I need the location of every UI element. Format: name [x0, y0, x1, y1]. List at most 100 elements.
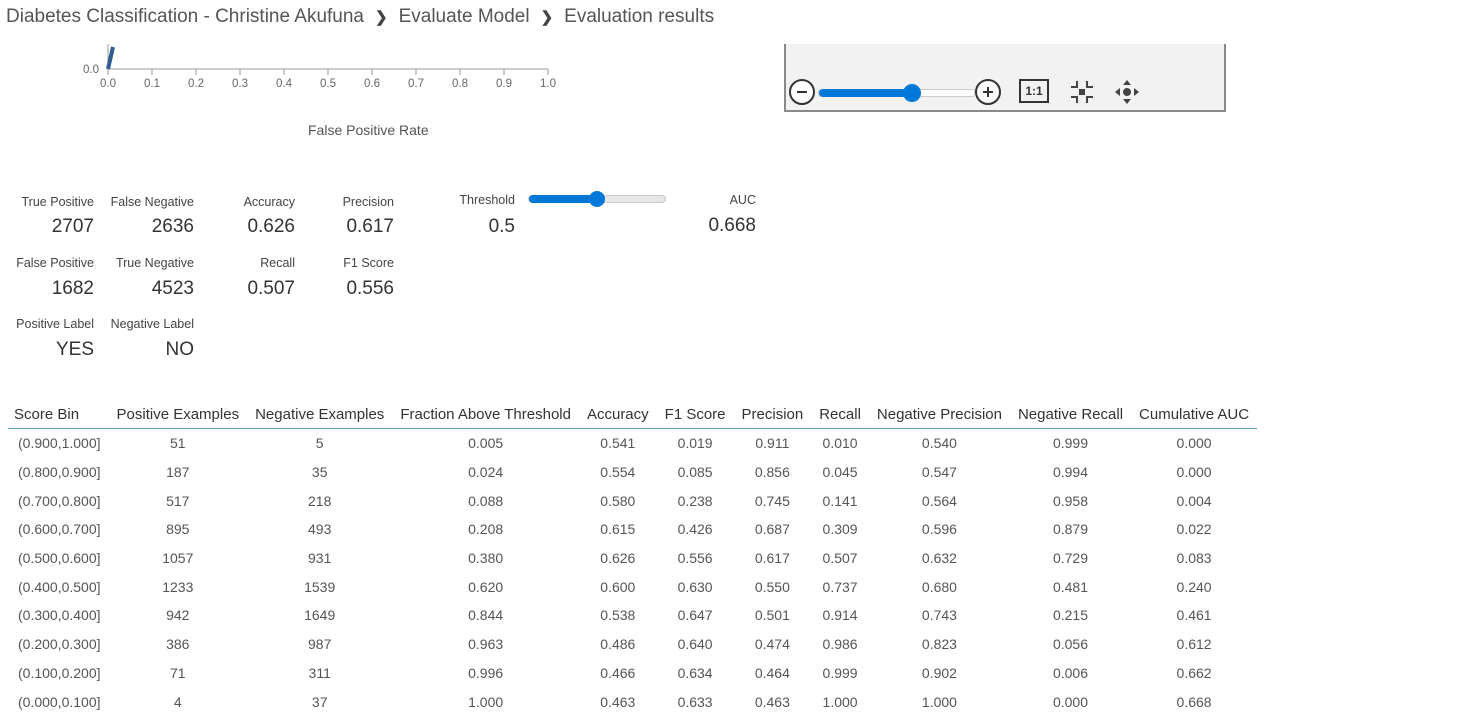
table-cell: 0.615 — [600, 521, 636, 538]
table-cell: 0.999 — [1052, 435, 1089, 452]
threshold-value: 0.5 — [488, 216, 515, 237]
table-cell: 0.463 — [754, 693, 790, 710]
column-header: Accuracy — [578, 400, 657, 429]
chevron-right-icon: ❯ — [375, 9, 388, 26]
zoom-toolbar: 1:1 — [784, 44, 1226, 112]
threshold-slider[interactable] — [528, 191, 666, 207]
table-cell: 0.540 — [921, 435, 957, 452]
table-cell: (0.600,0.700] — [18, 521, 101, 538]
table-cell: 218 — [308, 492, 332, 509]
table-cell: 35 — [311, 464, 328, 481]
table-header-row: Score Bin Positive Examples Negative Examp… — [8, 400, 1258, 429]
table-cell: 0.680 — [921, 578, 957, 595]
positive-label-value: YES — [55, 339, 94, 360]
table-cell: 0.481 — [1052, 578, 1089, 595]
table-cell: 0.022 — [1176, 521, 1212, 538]
table-cell: 0.000 — [1176, 435, 1212, 452]
table-cell: (0.000,0.100] — [18, 693, 101, 710]
table-cell: 0.986 — [822, 636, 858, 653]
table-row: (0.000,0.100] 4 37 1.000 0.463 0.633 0.463 1.00… — [8, 687, 1257, 716]
table-cell: 0.914 — [822, 607, 858, 624]
table-cell: 0.083 — [1176, 550, 1212, 567]
false-positive-value: 1682 — [51, 278, 94, 299]
zoom-slider-thumb[interactable] — [903, 84, 921, 102]
table-cell: 0.630 — [677, 578, 713, 595]
table-cell: 0.994 — [1052, 464, 1089, 481]
column-header: Positive Examples — [108, 400, 248, 429]
table-cell: 0.208 — [468, 521, 504, 538]
table-cell: 0.010 — [822, 435, 858, 452]
table-cell: 0.507 — [822, 550, 858, 567]
table-row: (0.100,0.200] 71 311 0.996 0.466 0.634 0.464 0.… — [8, 659, 1257, 688]
precision-label: Precision — [342, 195, 394, 209]
x-tick-label: 1.0 — [540, 78, 556, 90]
table-row: (0.900,1.000] 51 5 0.005 0.541 0.019 0.911 0.01… — [8, 429, 1257, 458]
auc-value: 0.668 — [708, 215, 756, 236]
x-tick-label: 0.6 — [364, 78, 380, 90]
table-cell: 0.844 — [468, 607, 504, 624]
false-negative-value: 2636 — [151, 216, 194, 237]
positive-label-label: Positive Label — [16, 317, 94, 331]
table-cell: 0.617 — [754, 550, 790, 567]
table-cell: 0.743 — [921, 607, 957, 624]
actual-size-button[interactable]: 1:1 — [1019, 79, 1049, 103]
roc-x-axis-label: False Positive Rate — [308, 122, 429, 138]
table-cell: 0.626 — [600, 550, 636, 567]
plus-circle-icon[interactable] — [975, 79, 1001, 105]
table-cell: 0.088 — [468, 492, 504, 509]
table-cell: 0.004 — [1176, 492, 1212, 509]
table-cell: 1.000 — [822, 693, 858, 710]
table-cell: 0.911 — [755, 435, 790, 452]
x-tick-label: 0.9 — [496, 78, 512, 90]
table-cell: 0.550 — [754, 578, 790, 595]
pan-icon[interactable] — [1113, 79, 1141, 110]
table-cell: 1057 — [162, 550, 194, 567]
table-cell: 0.687 — [754, 521, 790, 538]
x-tick-label: 0.2 — [188, 78, 204, 90]
zoom-slider-fill — [819, 89, 912, 97]
evaluation-results-table: Score Bin Positive Examples Negative Examp… — [8, 400, 1258, 716]
table-cell: 493 — [308, 521, 332, 538]
table-cell: 1.000 — [468, 693, 504, 710]
table-cell: 0.612 — [1176, 636, 1212, 653]
table-cell: 0.006 — [1052, 664, 1089, 681]
x-tick-label: 0.3 — [232, 78, 248, 90]
table-cell: 0.556 — [677, 550, 713, 567]
table-cell: (0.300,0.400] — [18, 607, 101, 624]
table-row: (0.600,0.700] 895 493 0.208 0.615 0.426 0.687 0… — [8, 515, 1257, 544]
breadcrumb-experiment[interactable]: Diabetes Classification - Christine Akuf… — [6, 6, 364, 28]
table-row: (0.500,0.600] 1057 931 0.380 0.626 0.556 0.617… — [8, 544, 1257, 573]
table-cell: 71 — [170, 664, 186, 681]
table-cell: 0.640 — [677, 636, 713, 653]
fit-to-screen-icon[interactable] — [1069, 79, 1095, 110]
zoom-slider[interactable] — [818, 84, 975, 102]
table-cell: 0.547 — [921, 464, 957, 481]
x-tick-label: 0.7 — [408, 78, 424, 90]
table-cell: (0.900,1.000] — [18, 435, 101, 452]
y-tick-label: 0.0 — [83, 64, 99, 76]
column-header: Precision — [733, 400, 812, 429]
table-cell: 0.554 — [600, 464, 636, 481]
table-cell: 0.309 — [822, 521, 858, 538]
roc-chart: 0.0 0.1 0.2 0.3 0.4 0.5 0.6 0.7 0.8 0.9 1.0 0.0 — [83, 44, 556, 90]
table-cell: 0.634 — [677, 664, 713, 681]
table-cell: 311 — [308, 664, 331, 681]
column-header: Score Bin — [8, 400, 109, 429]
table-cell: 0.996 — [468, 664, 504, 681]
recall-value: 0.507 — [247, 278, 295, 299]
minus-circle-icon[interactable] — [789, 79, 815, 105]
table-cell: 0.633 — [677, 693, 713, 710]
column-header: F1 Score — [656, 400, 734, 429]
table-cell: 0.580 — [600, 492, 636, 509]
true-positive-label: True Positive — [21, 195, 94, 209]
table-cell: 895 — [166, 521, 190, 538]
table-cell: 0.426 — [677, 521, 713, 538]
table-row: (0.200,0.300] 386 987 0.963 0.486 0.640 0.474 0… — [8, 630, 1257, 659]
table-cell: 0.564 — [921, 492, 957, 509]
table-cell: 0.238 — [677, 492, 713, 509]
table-cell: 0.823 — [921, 636, 957, 653]
breadcrumb-module[interactable]: Evaluate Model — [399, 6, 530, 28]
table-cell: 0.000 — [1052, 693, 1089, 710]
threshold-slider-thumb[interactable] — [589, 191, 605, 207]
table-cell: (0.200,0.300] — [18, 636, 101, 653]
